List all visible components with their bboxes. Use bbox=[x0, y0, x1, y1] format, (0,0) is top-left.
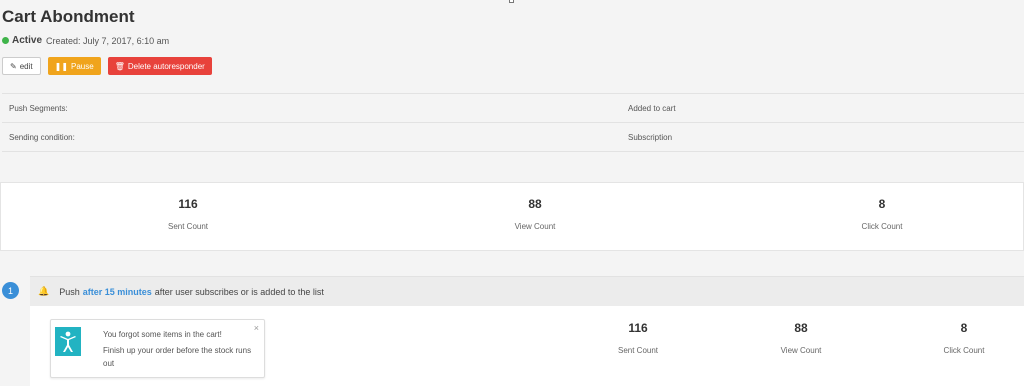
step-delay: after 15 minutes bbox=[82, 286, 152, 297]
step-click-count-value: 8 bbox=[960, 321, 968, 335]
created-date: Created: July 7, 2017, 6:10 am bbox=[46, 35, 170, 46]
click-count-value: 8 bbox=[878, 197, 886, 211]
pause-icon: ❚❚ bbox=[54, 61, 69, 71]
close-icon[interactable]: × bbox=[254, 323, 259, 333]
status-line: Active Created: July 7, 2017, 6:10 am bbox=[2, 35, 1024, 46]
notification-text: You forgot some items in the cart! Finis… bbox=[103, 328, 253, 370]
edit-button-label: edit bbox=[19, 61, 33, 71]
status-badge: Active bbox=[12, 35, 43, 46]
notification-line1: You forgot some items in the cart! bbox=[103, 330, 222, 339]
push-segments-label: Push Segments: bbox=[9, 103, 68, 113]
trash-icon: 🗑 bbox=[114, 61, 125, 71]
edit-icon: ✎ bbox=[10, 61, 17, 71]
view-count-stat: 88 View Count bbox=[475, 197, 595, 231]
sent-count-label: Sent Count bbox=[167, 222, 209, 231]
step-sent-count-stat: 116 Sent Count bbox=[588, 321, 688, 355]
sending-condition-row: Sending condition: Subscription bbox=[2, 123, 1024, 152]
person-icon bbox=[55, 327, 81, 356]
stats-card: 116 Sent Count 88 View Count 8 Click Cou… bbox=[0, 182, 1024, 251]
step-click-count-stat: 8 Click Count bbox=[914, 321, 1014, 355]
autoresponder-header: Cart Abondment Active Created: July 7, 2… bbox=[0, 0, 1024, 152]
view-count-value: 88 bbox=[528, 197, 542, 211]
delete-button[interactable]: 🗑 Delete autoresponder bbox=[107, 57, 212, 75]
step-suffix: after user subscribes or is added to the… bbox=[154, 286, 324, 297]
settings-table: Push Segments: Added to cart Sending con… bbox=[2, 93, 1024, 152]
step-body: You forgot some items in the cart! Finis… bbox=[30, 306, 1024, 386]
push-segments-value: Added to cart bbox=[628, 103, 676, 113]
step-prefix: Push bbox=[59, 286, 80, 297]
status-dot bbox=[2, 37, 9, 44]
page-title: Cart Abondment bbox=[2, 7, 135, 26]
notification-preview: You forgot some items in the cart! Finis… bbox=[50, 319, 265, 378]
step-number-badge: 1 bbox=[2, 282, 19, 299]
step-view-count-value: 88 bbox=[794, 321, 808, 335]
step-sent-count-value: 116 bbox=[628, 321, 648, 335]
sending-condition-label: Sending condition: bbox=[9, 132, 75, 142]
step-view-count-stat: 88 View Count bbox=[751, 321, 851, 355]
step-sent-count-label: Sent Count bbox=[617, 346, 659, 355]
notification-line2: Finish up your order before the stock ru… bbox=[103, 346, 252, 368]
sending-condition-value: Subscription bbox=[628, 132, 673, 142]
step-view-count-label: View Count bbox=[780, 346, 822, 355]
delete-button-label: Delete autoresponder bbox=[127, 61, 205, 71]
click-count-stat: 8 Click Count bbox=[822, 197, 942, 231]
bell-icon: 🔔 bbox=[38, 286, 50, 296]
sent-count-value: 116 bbox=[178, 197, 198, 211]
resize-handle-top[interactable] bbox=[509, 0, 514, 3]
action-toolbar: ✎ edit ❚❚ Pause 🗑 Delete autoresponder bbox=[2, 57, 1024, 75]
edit-button[interactable]: ✎ edit bbox=[2, 57, 41, 75]
pause-button-label: Pause bbox=[71, 61, 94, 71]
sent-count-stat: 116 Sent Count bbox=[128, 197, 248, 231]
step-click-count-label: Click Count bbox=[943, 346, 985, 355]
push-segments-row: Push Segments: Added to cart bbox=[2, 94, 1024, 123]
view-count-label: View Count bbox=[514, 222, 556, 231]
step-header[interactable]: 🔔 Push after 15 minutes after user subsc… bbox=[30, 276, 1024, 306]
pause-button[interactable]: ❚❚ Pause bbox=[47, 57, 101, 75]
click-count-label: Click Count bbox=[861, 222, 903, 231]
